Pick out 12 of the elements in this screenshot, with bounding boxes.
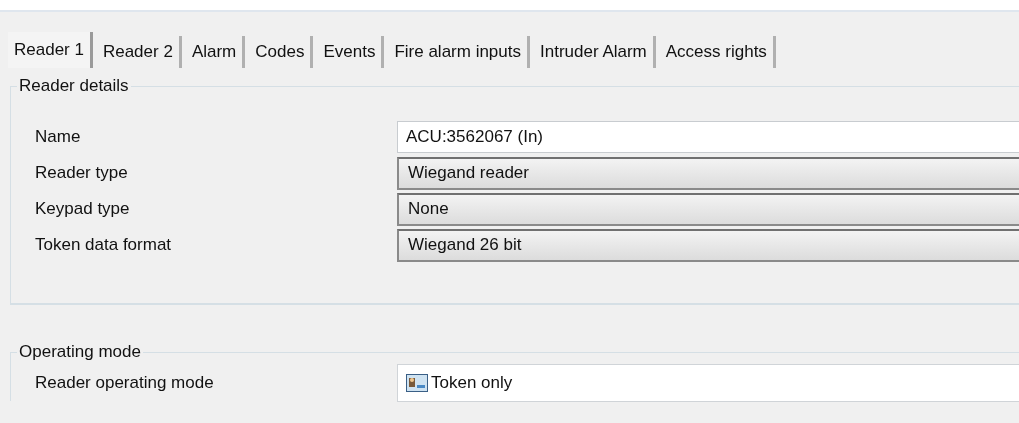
dropdown[interactable]: None <box>397 192 1019 226</box>
dropdown[interactable]: Wiegand reader <box>397 156 1019 190</box>
field-label: Token data format <box>34 234 173 257</box>
dropdown[interactable]: Wiegand 26 bit <box>397 228 1019 262</box>
field-label: Reader type <box>34 162 129 185</box>
field-label: Name <box>34 126 82 149</box>
dropdown[interactable]: Token only <box>397 364 1019 402</box>
input-field[interactable]: ACU:3562067 (In) <box>397 121 1019 153</box>
id-card-icon <box>406 374 428 392</box>
tab[interactable]: Reader 1 <box>8 32 93 68</box>
field-label: Keypad type <box>34 198 131 221</box>
field-label: Reader operating mode <box>34 372 215 395</box>
